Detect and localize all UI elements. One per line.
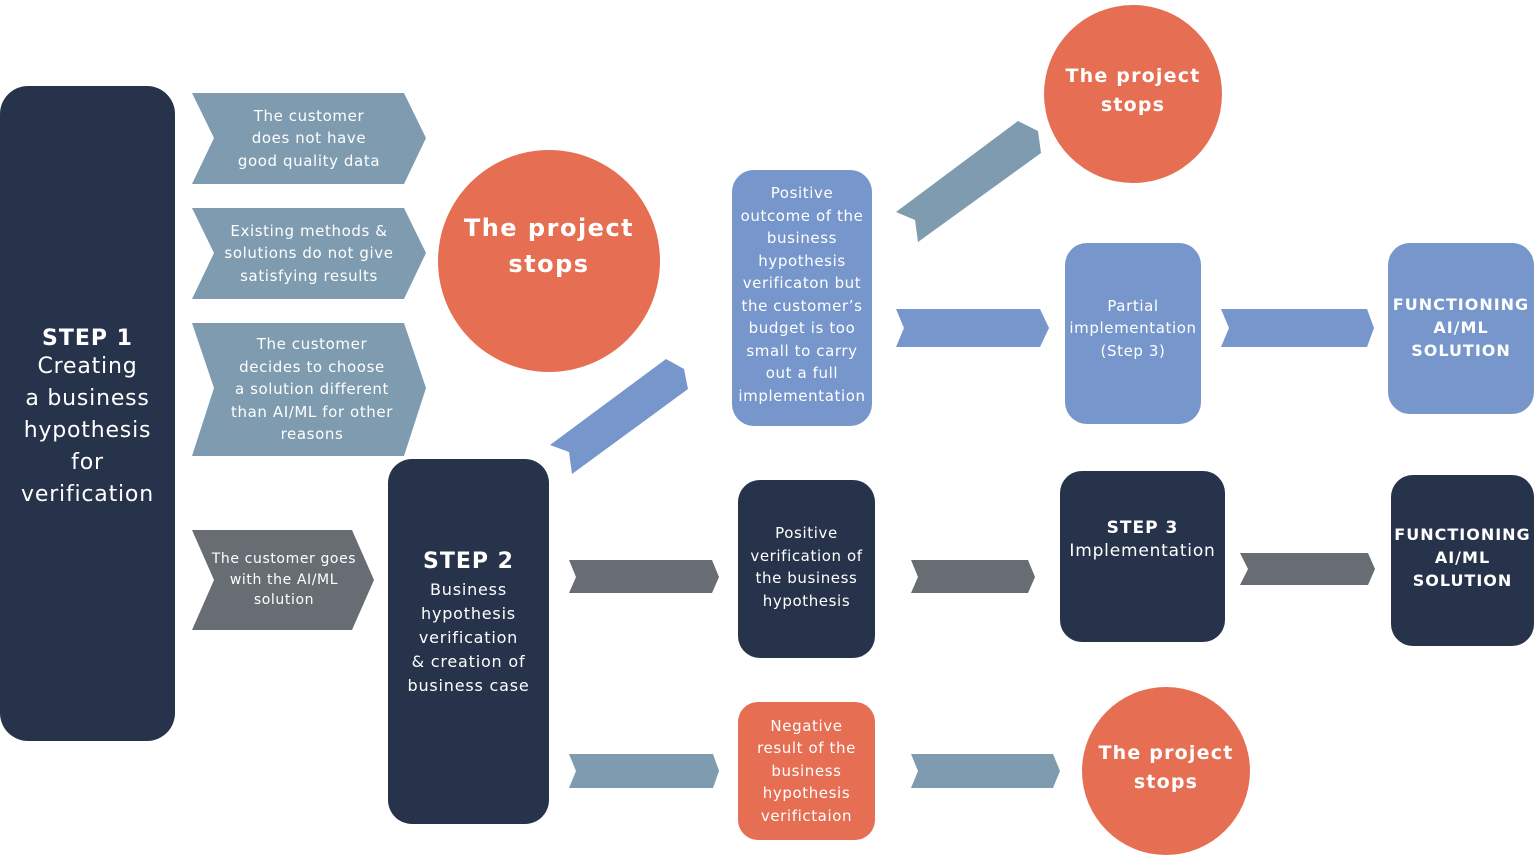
functioning-solution-navy: FUNCTIONING AI/ML SOLUTION [1391, 475, 1534, 646]
project-stops-main-label: The project stops [463, 214, 635, 278]
reason-no-data: The customer does not have good quality … [237, 106, 381, 170]
arrow-to-negative [569, 754, 719, 788]
project-stops-top-label: The project stops [1065, 65, 1201, 116]
diagonal-arrow-to-top-stop [896, 121, 1041, 242]
positive-verification-text: Positive verification of the business hy… [750, 524, 863, 610]
step2-box: STEP 2 Business hypothesis verification … [388, 459, 549, 824]
project-stops-bottom: The project stops [1082, 687, 1250, 855]
partial-positive-outcome-text: Positive outcome of the business hypothe… [738, 184, 866, 405]
step3-box: STEP 3 Implementation [1060, 471, 1225, 642]
step1-box: STEP 1 Creating a business hypothesis fo… [0, 86, 175, 741]
negative-result-box: Negative result of the business hypothes… [738, 702, 875, 840]
reason-go-ahead: The customer goes with the AI/ML solutio… [211, 551, 357, 609]
project-stops-bottom-label: The project stops [1098, 742, 1234, 793]
functioning-solution-blue: FUNCTIONING AI/ML SOLUTION [1388, 243, 1534, 414]
reason-other-solution: The customer decides to choose a solutio… [230, 335, 393, 444]
positive-verification-box: Positive verification of the business hy… [738, 480, 875, 658]
arrow-to-solution-navy [1240, 553, 1375, 585]
functioning-solution-navy-text: FUNCTIONING AI/ML SOLUTION [1394, 525, 1531, 590]
functioning-solution-blue-text: FUNCTIONING AI/ML SOLUTION [1392, 294, 1530, 360]
diagonal-arrow-to-partial [550, 359, 688, 474]
partial-implementation-text: Partial implementation (Step 3) [1069, 296, 1197, 360]
step1-body: Creating a business hypothesis for verif… [21, 354, 154, 507]
step3-title: STEP 3 [1106, 517, 1179, 538]
step2-body: Business hypothesis verification & creat… [407, 580, 530, 695]
arrow-to-bottom-stop [911, 754, 1060, 788]
arrow-to-step3 [911, 560, 1035, 593]
project-stops-top: The project stops [1044, 5, 1222, 183]
step3-body: Implementation [1069, 540, 1216, 561]
arrow-to-partial-impl [896, 309, 1049, 347]
arrow-to-solution-blue [1221, 309, 1374, 347]
arrow-to-positive [569, 560, 719, 593]
step2-title: STEP 2 [423, 549, 514, 574]
reason-existing-methods: Existing methods & solutions do not give… [224, 221, 394, 285]
project-stops-main: The project stops [438, 150, 660, 372]
step1-title: STEP 1 [42, 326, 133, 351]
partial-implementation-box: Partial implementation (Step 3) [1065, 243, 1201, 424]
partial-positive-outcome-box: Positive outcome of the business hypothe… [732, 170, 872, 426]
negative-result-text: Negative result of the business hypothes… [757, 716, 856, 825]
